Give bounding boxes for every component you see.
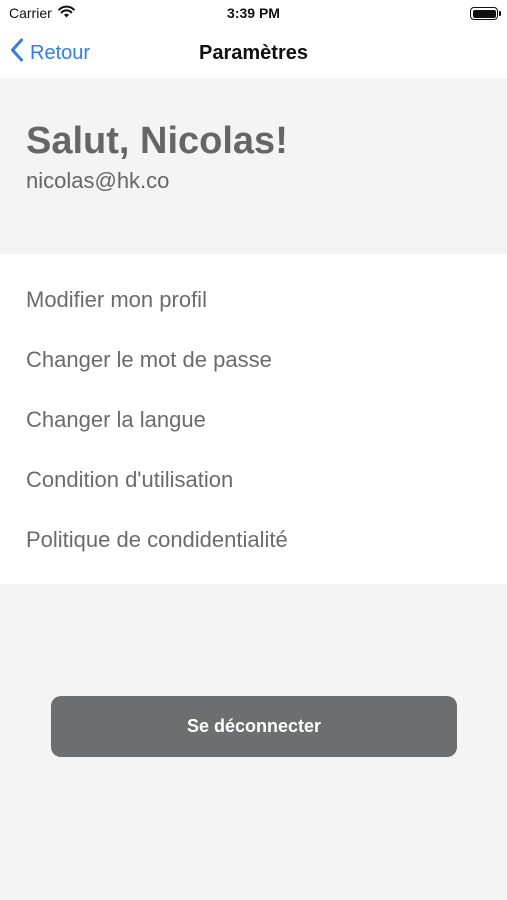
- status-bar: Carrier 3:39 PM: [0, 0, 507, 28]
- greeting-heading: Salut, Nicolas!: [26, 120, 288, 162]
- user-email: nicolas@hk.co: [26, 168, 170, 193]
- settings-menu: Modifier mon profil Changer le mot de pa…: [0, 254, 507, 584]
- menu-item-edit-profile[interactable]: Modifier mon profil: [26, 283, 207, 317]
- battery-level: [472, 9, 496, 18]
- menu-item-terms-of-use[interactable]: Condition d'utilisation: [26, 463, 233, 497]
- logout-button[interactable]: Se déconnecter: [51, 696, 457, 757]
- battery-icon: [470, 7, 501, 20]
- navigation-bar: Retour Paramètres: [0, 28, 507, 78]
- menu-item-privacy-policy[interactable]: Politique de condidentialité: [26, 523, 288, 557]
- menu-item-change-language[interactable]: Changer la langue: [26, 403, 206, 437]
- menu-item-change-password[interactable]: Changer le mot de passe: [26, 343, 272, 377]
- profile-header: Salut, Nicolas! nicolas@hk.co: [0, 78, 507, 254]
- status-time: 3:39 PM: [227, 5, 280, 21]
- page-title: Paramètres: [199, 42, 308, 64]
